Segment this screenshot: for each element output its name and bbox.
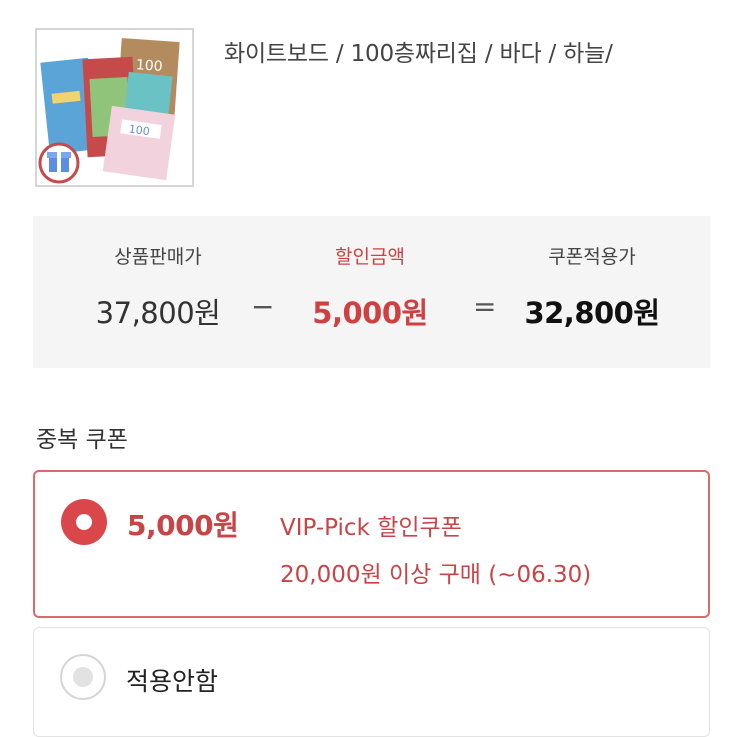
product-title: 화이트보드 / 100층짜리집 / 바다 / 하늘/ — [224, 41, 613, 67]
price-summary: 상품판매가 37,800원 − 할인금액 5,000원 = 쿠폰적용가 32,8… — [33, 216, 710, 368]
product-thumbnail[interactable]: 100 100 — [35, 28, 194, 187]
minus-sign: − — [251, 290, 275, 323]
coupon-amount: 5,000원 — [127, 509, 239, 542]
equals-sign: = — [473, 290, 497, 323]
book-bundle-image: 100 100 — [37, 30, 192, 185]
final-price-label: 쿠폰적용가 — [548, 246, 636, 268]
discount-value: 5,000원 — [312, 296, 428, 330]
sale-price-value: 37,800원 — [95, 296, 221, 330]
radio-unselected-icon[interactable] — [60, 654, 106, 700]
coupon-name: VIP-Pick 할인쿠폰 — [280, 515, 462, 541]
discount-label: 할인금액 — [335, 246, 405, 268]
sale-price-label: 상품판매가 — [114, 246, 202, 268]
coupon-option-vip-pick[interactable]: 5,000원 VIP-Pick 할인쿠폰 20,000원 이상 구매 (~06.… — [33, 470, 710, 618]
thumbnail-book-number: 100 — [135, 57, 163, 75]
coupon-condition: 20,000원 이상 구매 (~06.30) — [280, 562, 592, 588]
radio-selected-icon[interactable] — [61, 499, 107, 545]
final-price-value: 32,800원 — [524, 296, 660, 330]
section-title-duplicate-coupon: 중복 쿠폰 — [36, 427, 128, 453]
no-apply-label: 적용안함 — [126, 667, 219, 696]
